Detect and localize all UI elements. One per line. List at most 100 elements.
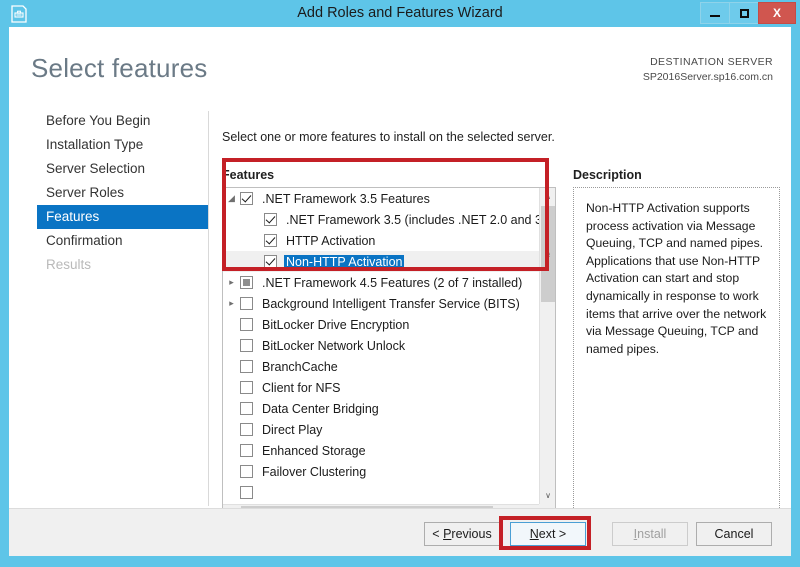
tree-item-label: Background Intelligent Transfer Service … [262,296,520,311]
features-tree-viewport: ◢ .NET Framework 3.5 Features ▸ .NET Fra… [223,188,539,504]
tree-item-label: Enhanced Storage [262,443,366,458]
minimize-icon [710,15,720,17]
sidebar-item-results: Results [46,257,92,272]
checkbox-unchecked[interactable] [240,402,253,415]
features-tree[interactable]: ◢ .NET Framework 3.5 Features ▸ .NET Fra… [222,187,556,522]
checkbox-unchecked[interactable] [240,318,253,331]
expander-none-icon: ▸ [223,214,240,225]
expander-none-icon: ▸ [223,235,240,246]
previous-mnemonic: P [443,527,452,541]
tree-item-label: .NET Framework 4.5 Features (2 of 7 inst… [262,275,523,290]
checkbox-unchecked[interactable] [240,297,253,310]
expander-collapsed-icon[interactable]: ▸ [223,298,240,309]
expander-none-icon: ▸ [223,319,240,330]
expander-none-icon: ▸ [223,382,240,393]
tree-row[interactable]: ▸ Client for NFS [223,377,539,398]
tree-item-label-selected: Non-HTTP Activation [284,254,405,269]
maximize-button[interactable] [729,2,759,24]
instruction-text: Select one or more features to install o… [222,130,555,144]
tree-item-label: Data Center Bridging [262,401,379,416]
window-controls: X [700,2,796,25]
tree-row[interactable]: ▸ BitLocker Network Unlock [223,335,539,356]
checkbox-unchecked[interactable] [240,465,253,478]
tree-item-label: Client for NFS [262,380,341,395]
tree-row[interactable]: ▸ .NET Framework 4.5 Features (2 of 7 in… [223,272,539,293]
tree-row[interactable]: ▸ Data Center Bridging [223,398,539,419]
checkbox-unchecked[interactable] [240,339,253,352]
tree-row[interactable]: ▸ BranchCache [223,356,539,377]
tree-item-label: HTTP Activation [286,233,376,248]
scroll-down-button[interactable]: ∨ [540,487,555,504]
description-text: Non-HTTP Activation supports process act… [586,201,767,356]
expander-none-icon: ▸ [223,256,240,267]
maximize-icon [739,8,749,18]
sidebar-item-installation-type[interactable]: Installation Type [9,133,208,157]
expander-none-icon: ▸ [223,487,240,498]
tree-row[interactable]: ▸ Direct Play [223,419,539,440]
checkbox-checked[interactable] [240,192,253,205]
tree-item-label: BitLocker Drive Encryption [262,317,410,332]
sidebar-item-server-selection[interactable]: Server Selection [9,157,208,181]
sidebar-item-confirmation[interactable]: Confirmation [9,229,208,253]
expander-none-icon: ▸ [223,340,240,351]
minimize-button[interactable] [700,2,730,24]
expander-none-icon: ▸ [223,445,240,456]
tree-row[interactable]: ▸ Failover Clustering [223,461,539,482]
checkbox-checked[interactable] [264,234,277,247]
checkbox-checked[interactable] [264,213,277,226]
tree-item-label: Failover Clustering [262,464,367,479]
checkbox-unchecked[interactable] [240,444,253,457]
expander-collapsed-icon[interactable]: ▸ [223,277,240,288]
tree-row[interactable]: ▸ BitLocker Drive Encryption [223,314,539,335]
cancel-button[interactable]: Cancel [696,522,772,546]
install-mnemonic: I [633,527,638,541]
description-column-header: Description [573,168,642,182]
tree-item-label: .NET Framework 3.5 (includes .NET 2.0 an… [286,212,539,227]
description-pane: Non-HTTP Activation supports process act… [573,187,780,522]
tree-row[interactable]: ▸ Enhanced Storage [223,440,539,461]
destination-server-label: DESTINATION SERVER [650,56,773,68]
window-body: Select features DESTINATION SERVER SP201… [9,27,791,556]
expander-none-icon: ▸ [223,361,240,372]
destination-server-value: SP2016Server.sp16.com.cn [642,71,773,83]
tree-item-label: BranchCache [262,359,338,374]
expander-none-icon: ▸ [223,424,240,435]
expander-expanded-icon[interactable]: ◢ [223,193,240,204]
install-button: Install [612,522,688,546]
checkbox-unchecked[interactable] [240,360,253,373]
sidebar-item-before-you-begin[interactable]: Before You Begin [9,109,208,133]
page-title: Select features [31,53,208,83]
tree-row[interactable]: ▸ Background Intelligent Transfer Servic… [223,293,539,314]
previous-button[interactable]: < Previous [424,522,500,546]
close-button[interactable]: X [758,2,796,24]
next-button[interactable]: Next > [510,522,586,546]
checkbox-unchecked[interactable] [240,381,253,394]
scroll-grip-icon: ≡ [545,249,551,259]
next-mnemonic: N [529,527,539,541]
destination-server: DESTINATION SERVER SP2016Server.sp16.com… [643,55,773,85]
checkbox-unchecked[interactable] [240,486,253,499]
tree-row[interactable]: ▸ HTTP Activation [223,230,539,251]
tree-vertical-scrollbar[interactable]: ∧ ≡ ∨ [539,188,555,504]
sidebar-item-features[interactable]: Features [37,205,208,229]
tree-row[interactable]: ▸ .NET Framework 3.5 (includes .NET 2.0 … [223,209,539,230]
tree-item-label: Direct Play [262,422,323,437]
nav-separator [208,111,209,506]
checkbox-unchecked[interactable] [240,423,253,436]
features-column-header: Features [222,168,275,182]
expander-none-icon: ▸ [223,466,240,477]
tree-row[interactable]: ◢ .NET Framework 3.5 Features [223,188,539,209]
wizard-window: Add Roles and Features Wizard X Select f… [0,0,800,567]
vertical-scroll-thumb[interactable]: ≡ [541,206,555,302]
title-bar[interactable]: Add Roles and Features Wizard X [0,0,800,27]
wizard-steps-nav: Before You Begin Installation Type Serve… [9,109,208,509]
tree-item-label: .NET Framework 3.5 Features [262,191,430,206]
expander-none-icon: ▸ [223,403,240,414]
tree-row-partial[interactable]: ▸ [223,482,539,503]
scroll-up-button[interactable]: ∧ [540,188,555,205]
sidebar-item-server-roles[interactable]: Server Roles [9,181,208,205]
tree-row-selected[interactable]: ▸ Non-HTTP Activation [223,251,539,272]
checkbox-checked[interactable] [264,255,277,268]
checkbox-partial[interactable] [240,276,253,289]
window-title: Add Roles and Features Wizard [297,5,503,21]
